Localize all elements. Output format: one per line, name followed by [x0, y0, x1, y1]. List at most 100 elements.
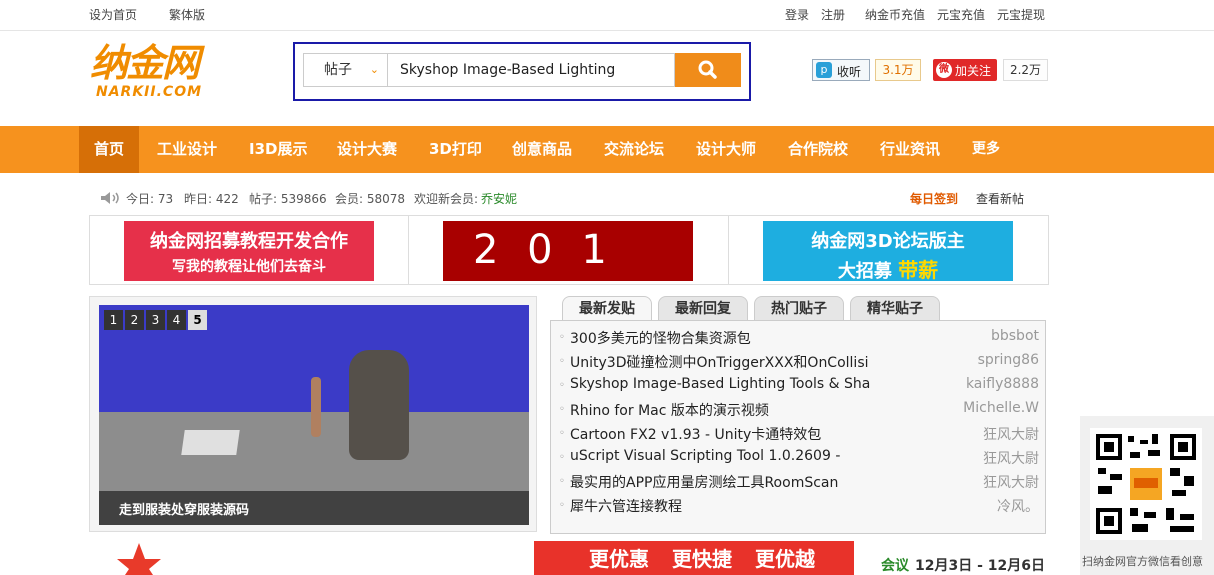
login-link[interactable]: 登录: [785, 6, 809, 23]
post-title[interactable]: 300多美元的怪物合集资源包: [570, 328, 890, 348]
nav-design-masters[interactable]: 设计大师: [696, 126, 756, 173]
site-logo[interactable]: 纳金网 NARKII.COM: [90, 42, 240, 102]
star-logo-icon: [99, 541, 179, 575]
post-list: ◦ 300多美元的怪物合集资源包 bbsbot ◦ Unity3D碰撞检测中OnTri…: [550, 320, 1046, 534]
nav-industry-news[interactable]: 行业资讯: [880, 126, 940, 173]
banner3-line2: 大招募: [837, 261, 892, 282]
register-link[interactable]: 注册: [821, 6, 845, 23]
pager-3[interactable]: 3: [146, 310, 165, 330]
post-row[interactable]: ◦ 犀牛六管连接教程 冷风。: [559, 494, 1039, 518]
post-author[interactable]: bbsbot: [991, 328, 1039, 344]
pager-5-active[interactable]: 5: [188, 310, 207, 330]
tab-latest-posts[interactable]: 最新发贴: [562, 296, 652, 321]
speaker-icon: [100, 191, 122, 208]
bullet-icon: ◦: [559, 500, 565, 511]
post-title[interactable]: Skyshop Image-Based Lighting Tools & Sha: [570, 376, 890, 392]
nav-more[interactable]: 更多: [972, 126, 1000, 173]
post-title[interactable]: uScript Visual Scripting Tool 1.0.2609 -: [570, 448, 890, 464]
ad-banner-row: 纳金网招募教程开发合作 写我的教程让他们去奋斗 2 0 1 纳金网3D论坛版主 …: [89, 215, 1049, 285]
search-type-select[interactable]: 帖子 ⌄: [304, 54, 388, 86]
bullet-icon: ◦: [559, 428, 565, 439]
post-author[interactable]: 冷风。: [997, 496, 1039, 516]
post-title[interactable]: 犀牛六管连接教程: [570, 496, 890, 516]
nav-i3d-show[interactable]: I3D展示: [249, 126, 307, 173]
slide-human-figure: [311, 377, 321, 437]
banner3-line1: 纳金网3D论坛版主: [811, 231, 965, 252]
nav-3d-print[interactable]: 3D打印: [429, 126, 482, 173]
search-field-wrap: 帖子 ⌄: [303, 53, 675, 87]
welcome-text: 欢迎新会员:: [414, 192, 479, 206]
main-nav: 首页 工业设计 I3D展示 设计大赛 3D打印 创意商品 交流论坛 设计大师 合…: [0, 126, 1214, 173]
pager-4[interactable]: 4: [167, 310, 186, 330]
bullet-icon: ◦: [559, 452, 565, 463]
post-row[interactable]: ◦ Cartoon FX2 v1.93 - Unity卡通特效包 狂风大尉: [559, 422, 1039, 446]
tab-hot-posts[interactable]: 热门贴子: [754, 296, 844, 321]
post-tabs: 最新发贴 最新回复 热门贴子 精华贴子 ◦ 300多美元的怪物合集资源包 bbsbo…: [548, 296, 1050, 536]
search-input[interactable]: [400, 54, 670, 86]
qr-caption: 扫纳金网官方微信看创意: [1082, 555, 1203, 568]
banner-divider: [408, 216, 409, 284]
conference-banner[interactable]: 更优惠 更快捷 更优越 会议 12月3日 - 12月6日: [89, 541, 1049, 575]
listen-label: 收听: [837, 65, 862, 79]
nav-industrial-design[interactable]: 工业设计: [157, 126, 217, 173]
post-author[interactable]: 狂风大尉: [983, 472, 1039, 492]
search-box: 帖子 ⌄: [293, 42, 751, 101]
search-button[interactable]: [675, 53, 741, 87]
search-icon: [698, 60, 717, 79]
stat-posts: 帖子: 539866: [249, 192, 327, 206]
post-author[interactable]: spring86: [978, 352, 1039, 368]
bullet-icon: ◦: [559, 380, 565, 391]
animated-banner[interactable]: 2 0 1: [443, 221, 693, 281]
bullet-icon: ◦: [559, 356, 565, 367]
yuanbao-recharge-link[interactable]: 元宝充值: [937, 6, 985, 23]
daily-signin-link[interactable]: 每日签到: [910, 190, 958, 207]
new-member-link[interactable]: 乔安妮: [481, 190, 517, 207]
sina-weibo-icon: 微: [936, 62, 952, 78]
post-row[interactable]: ◦ Unity3D碰撞检测中OnTriggerXXX和OnCollisi sprin…: [559, 350, 1039, 374]
view-new-posts-link[interactable]: 查看新帖: [976, 190, 1024, 207]
traditional-chinese-link[interactable]: 繁体版: [169, 6, 205, 23]
nav-forum[interactable]: 交流论坛: [604, 126, 664, 173]
listen-button[interactable]: p 收听: [812, 59, 870, 81]
nav-partner-schools[interactable]: 合作院校: [788, 126, 848, 173]
post-author[interactable]: 狂风大尉: [983, 424, 1039, 444]
logo-en: NARKII.COM: [96, 84, 203, 100]
set-homepage-link[interactable]: 设为首页: [89, 6, 137, 23]
tencent-weibo-icon: p: [816, 62, 832, 78]
post-author[interactable]: kaifly8888: [966, 376, 1039, 392]
follow-label: 加关注: [955, 64, 992, 78]
post-author[interactable]: 狂风大尉: [983, 448, 1039, 468]
nav-creative-goods[interactable]: 创意商品: [512, 126, 572, 173]
post-author[interactable]: Michelle.W: [963, 400, 1039, 416]
nav-design-contest[interactable]: 设计大赛: [337, 126, 397, 173]
yuanbao-withdraw-link[interactable]: 元宝提现: [997, 6, 1045, 23]
qr-code-icon[interactable]: [1090, 428, 1202, 540]
moderator-recruit-banner[interactable]: 纳金网3D论坛版主 大招募 带薪: [763, 221, 1013, 282]
post-row[interactable]: ◦ Skyshop Image-Based Lighting Tools & Sh…: [559, 374, 1039, 398]
slide-image[interactable]: 走到服装处穿服装源码 1 2 3 4 5: [99, 305, 529, 525]
follow-button[interactable]: 微 加关注: [933, 59, 997, 81]
post-row[interactable]: ◦ Rhino for Mac 版本的演示视频 Michelle.W: [559, 398, 1039, 422]
stat-members: 会员: 58078: [335, 192, 406, 206]
nav-home[interactable]: 首页: [79, 126, 140, 173]
post-row[interactable]: ◦ 300多美元的怪物合集资源包 bbsbot: [559, 326, 1039, 350]
coin-recharge-link[interactable]: 纳金币充值: [865, 6, 925, 23]
post-title[interactable]: Rhino for Mac 版本的演示视频: [570, 400, 890, 420]
bullet-icon: ◦: [559, 476, 565, 487]
tab-latest-replies[interactable]: 最新回复: [658, 296, 748, 321]
post-title[interactable]: Unity3D碰撞检测中OnTriggerXXX和OnCollisi: [570, 352, 890, 372]
stat-yesterday: 昨日: 422: [184, 192, 239, 206]
post-row[interactable]: ◦ uScript Visual Scripting Tool 1.0.2609 …: [559, 446, 1039, 470]
tab-best-posts[interactable]: 精华贴子: [850, 296, 940, 321]
slide-box: [181, 430, 240, 455]
meeting-dates: 12月3日 - 12月6日: [915, 558, 1046, 574]
post-row[interactable]: ◦ 最实用的APP应用量房测绘工具RoomScan 狂风大尉: [559, 470, 1039, 494]
pager-1[interactable]: 1: [104, 310, 123, 330]
meeting-label: 会议: [881, 558, 909, 574]
recruit-tutorial-banner[interactable]: 纳金网招募教程开发合作 写我的教程让他们去奋斗: [124, 221, 374, 281]
promo-1: 更优惠: [589, 547, 649, 571]
slide-caption: 走到服装处穿服装源码: [119, 503, 250, 518]
post-title[interactable]: 最实用的APP应用量房测绘工具RoomScan: [570, 472, 890, 492]
pager-2[interactable]: 2: [125, 310, 144, 330]
post-title[interactable]: Cartoon FX2 v1.93 - Unity卡通特效包: [570, 424, 890, 444]
